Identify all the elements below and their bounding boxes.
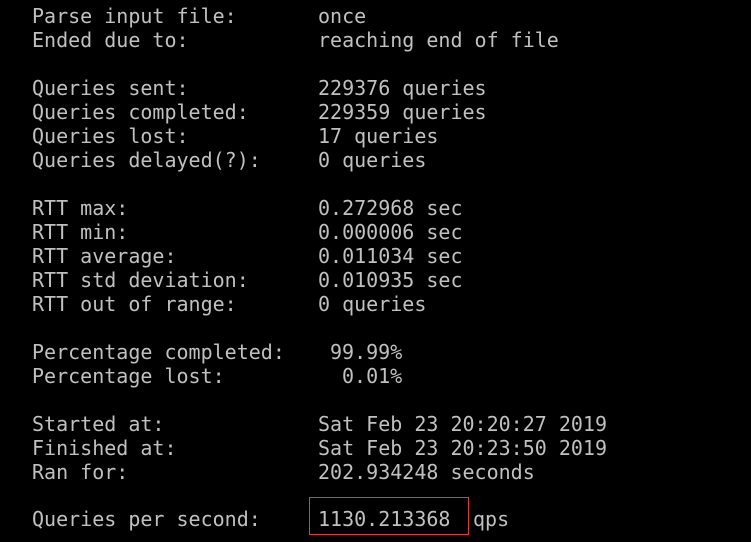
queries-delayed-value: 0 queries [318,148,427,172]
rtt-max-label: RTT max: [32,196,129,220]
queries-completed-label: Queries completed: [32,100,249,124]
rtt-min-label: RTT min: [32,220,129,244]
rtt-std-deviation-label: RTT std deviation: [32,268,249,292]
percentage-lost-value: 0.01% [342,364,403,388]
qps-highlight-box [309,497,469,535]
percentage-lost-label: Percentage lost: [32,364,225,388]
rtt-out-of-range-label: RTT out of range: [32,292,237,316]
finished-at-value: Sat Feb 23 20:23:50 2019 [318,436,607,460]
queries-completed-value: 229359 queries [318,100,487,124]
parse-input-label: Parse input file: [32,4,237,28]
queries-lost-value: 17 queries [318,124,439,148]
parse-input-value: once [318,4,367,28]
queries-delayed-label: Queries delayed(?): [32,148,261,172]
rtt-out-of-range-value: 0 queries [318,292,427,316]
ran-for-value: 202.934248 seconds [318,460,535,484]
queries-sent-label: Queries sent: [32,76,189,100]
queries-sent-value: 229376 queries [318,76,487,100]
rtt-max-value: 0.272968 sec [318,196,463,220]
queries-per-second-unit: qps [473,507,510,531]
queries-lost-label: Queries lost: [32,124,189,148]
started-at-label: Started at: [32,412,165,436]
rtt-average-value: 0.011034 sec [318,244,463,268]
rtt-std-deviation-value: 0.010935 sec [318,268,463,292]
rtt-average-label: RTT average: [32,244,177,268]
percentage-completed-value: 99.99% [330,340,403,364]
rtt-min-value: 0.000006 sec [318,220,463,244]
percentage-completed-label: Percentage completed: [32,340,285,364]
queries-per-second-label: Queries per second: [32,507,261,531]
ran-for-label: Ran for: [32,460,129,484]
ended-due-value: reaching end of file [318,28,559,52]
started-at-value: Sat Feb 23 20:20:27 2019 [318,412,607,436]
terminal-output: Parse input file: once Ended due to: rea… [0,0,751,542]
ended-due-label: Ended due to: [32,28,189,52]
finished-at-label: Finished at: [32,436,177,460]
